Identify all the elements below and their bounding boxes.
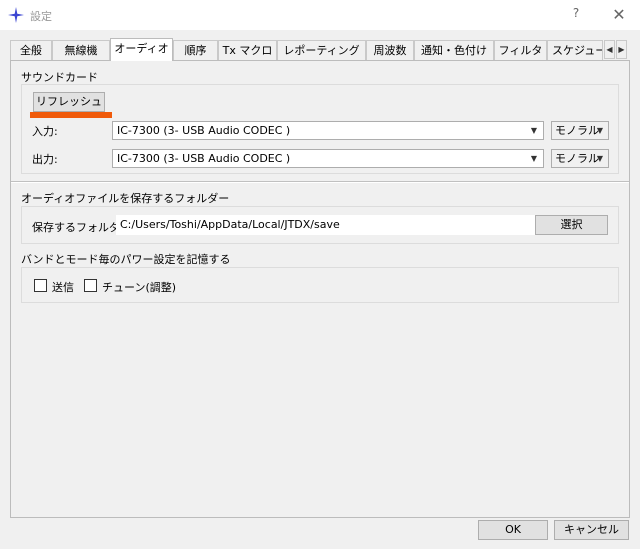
title-bar: 設定 ? ✕ xyxy=(0,0,640,30)
tab-sequence[interactable]: 順序 xyxy=(173,40,218,60)
refresh-button[interactable]: リフレッシュ xyxy=(33,92,105,112)
tab-general[interactable]: 全般 xyxy=(10,40,52,60)
save-folder-path: C:/Users/Toshi/AppData/Local/JTDX/save xyxy=(116,215,536,235)
tab-scroll-left-icon[interactable]: ◀ xyxy=(604,40,615,59)
highlight-annotation xyxy=(30,112,112,118)
input-channel-select[interactable]: モノラル ▼ xyxy=(551,121,609,140)
input-device-select[interactable]: IC-7300 (3- USB Audio CODEC ) ▼ xyxy=(112,121,544,140)
chevron-down-icon: ▼ xyxy=(530,126,537,135)
output-channel-select[interactable]: モノラル ▼ xyxy=(551,149,609,168)
output-device-value: IC-7300 (3- USB Audio CODEC ) xyxy=(117,152,291,165)
cancel-button[interactable]: キャンセル xyxy=(554,520,629,540)
section-divider xyxy=(11,181,629,183)
close-button[interactable]: ✕ xyxy=(608,4,630,26)
tab-bar: 全般 無線機 オーディオ 順序 Tx マクロ レポーティング 周波数 通知・色付… xyxy=(10,38,630,61)
transmit-label: 送信 xyxy=(52,281,74,294)
power-section-label: バンドとモード毎のパワー設定を記憶する xyxy=(21,253,231,266)
input-channel-value: モノラル xyxy=(555,124,599,137)
save-folder-section-label: オーディオファイルを保存するフォルダー xyxy=(21,192,230,205)
tab-tx-macros[interactable]: Tx マクロ xyxy=(218,40,277,60)
tab-reporting[interactable]: レポーティング xyxy=(277,40,366,60)
tab-scheduler[interactable]: スケジューラ xyxy=(547,40,603,60)
help-button[interactable]: ? xyxy=(566,6,586,24)
output-label: 出力: xyxy=(32,153,58,166)
tab-frequencies[interactable]: 周波数 xyxy=(366,40,414,60)
input-device-value: IC-7300 (3- USB Audio CODEC ) xyxy=(117,124,291,137)
transmit-checkbox[interactable] xyxy=(34,279,47,292)
save-folder-group: 保存するフォルダー: C:/Users/Toshi/AppData/Local/… xyxy=(21,206,619,244)
audio-panel: サウンドカード リフレッシュ 入力: IC-7300 (3- USB Audio… xyxy=(10,60,630,518)
chevron-down-icon: ▼ xyxy=(596,126,603,135)
tab-audio[interactable]: オーディオ xyxy=(110,38,173,61)
soundcard-group: リフレッシュ 入力: IC-7300 (3- USB Audio CODEC )… xyxy=(21,84,619,174)
soundcard-section-label: サウンドカード xyxy=(21,71,98,84)
input-label: 入力: xyxy=(32,125,58,138)
window-title: 設定 xyxy=(30,10,52,23)
tab-scroll-right-icon[interactable]: ▶ xyxy=(616,40,627,59)
tab-filters[interactable]: フィルタ xyxy=(494,40,547,60)
tune-checkbox[interactable] xyxy=(84,279,97,292)
tune-label: チューン(調整) xyxy=(102,281,177,294)
select-folder-button[interactable]: 選択 xyxy=(535,215,608,235)
app-icon xyxy=(8,7,24,23)
output-channel-value: モノラル xyxy=(555,152,599,165)
tab-radio[interactable]: 無線機 xyxy=(52,40,110,60)
chevron-down-icon: ▼ xyxy=(530,154,537,163)
chevron-down-icon: ▼ xyxy=(596,154,603,163)
ok-button[interactable]: OK xyxy=(478,520,548,540)
output-device-select[interactable]: IC-7300 (3- USB Audio CODEC ) ▼ xyxy=(112,149,544,168)
power-group: 送信 チューン(調整) xyxy=(21,267,619,303)
tab-notifications[interactable]: 通知・色付け xyxy=(414,40,494,60)
